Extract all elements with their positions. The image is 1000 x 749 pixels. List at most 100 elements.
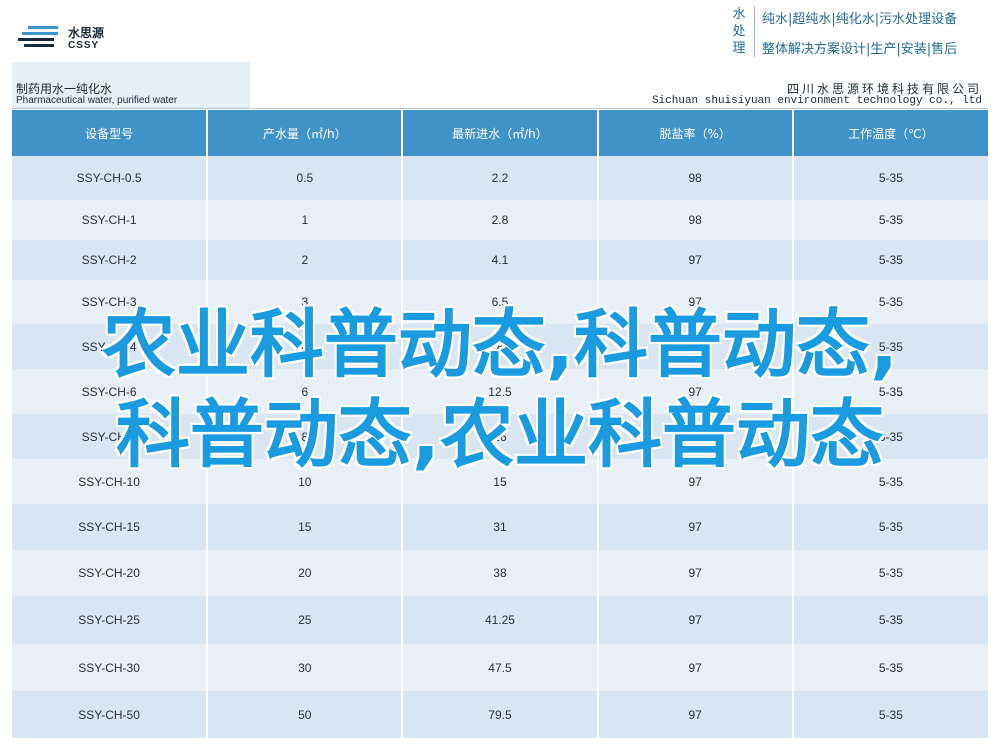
- table-row: SSY-CH-2 2 4.1 97 5-35: [12, 240, 988, 280]
- spec-table: 设备型号 产水量（㎡/h） 最新进水（㎡/h） 脱盐率（%） 工作温度（℃） S…: [12, 110, 988, 738]
- table-cell: 31: [402, 504, 599, 550]
- product-title-en: Pharmaceutical water, purified water: [16, 95, 178, 106]
- table-cell: 47.5: [402, 644, 599, 691]
- table-header-row: 设备型号 产水量（㎡/h） 最新进水（㎡/h） 脱盐率（%） 工作温度（℃）: [12, 110, 988, 156]
- table-cell: SSY-CH-50: [12, 691, 209, 738]
- col-header-output: 产水量（㎡/h）: [207, 110, 404, 156]
- table-row: SSY-CH-1 1 2.8 98 5-35: [12, 200, 988, 240]
- brand-latin: CSSY: [68, 40, 100, 51]
- table-cell: SSY-CH-10: [12, 459, 209, 504]
- table-cell: 5-35: [792, 324, 988, 369]
- table-cell: 3: [207, 280, 404, 324]
- table-cell: 5-35: [792, 504, 988, 550]
- table-cell: 98: [597, 156, 794, 200]
- table-cell: SSY-CH-6: [12, 369, 209, 414]
- slogan-vertical-char: 水: [732, 7, 746, 22]
- slogan-line-2: 整体解决方案设计|生产|安装|售后: [762, 42, 958, 57]
- table-cell: 97: [597, 459, 794, 504]
- table-cell: 97: [597, 644, 794, 691]
- table-cell: 2.8: [402, 200, 599, 240]
- company-title-box: 四川水思源环境科技有限公司 Sichuan shuisiyuan environ…: [252, 62, 988, 109]
- table-cell: 5-35: [792, 596, 988, 644]
- table-cell: 97: [597, 280, 794, 324]
- table-cell: 1: [207, 200, 404, 240]
- table-cell: 5-35: [792, 691, 988, 738]
- table-cell: 5-35: [792, 200, 988, 240]
- table-cell: 4: [207, 324, 404, 369]
- table-row: SSY-CH-15 15 31 97 5-35: [12, 504, 988, 550]
- table-cell: SSY-CH-0.5: [12, 156, 209, 200]
- table-cell: 5-35: [792, 414, 988, 459]
- table-row: SSY-CH-30 30 47.5 97 5-35: [12, 644, 988, 691]
- table-cell: 97: [597, 504, 794, 550]
- table-cell: 97: [597, 240, 794, 280]
- table-cell: SSY-CH-25: [12, 596, 209, 644]
- table-cell: 38: [402, 550, 599, 596]
- table-cell: 97: [597, 414, 794, 459]
- table-cell: 97: [597, 369, 794, 414]
- table-cell: SSY-CH-4: [12, 324, 209, 369]
- table-cell: 0.5: [207, 156, 404, 200]
- table-cell: SSY-CH-1: [12, 200, 209, 240]
- col-header-inflow: 最新进水（㎡/h）: [402, 110, 599, 156]
- table-cell: SSY-CH-20: [12, 550, 209, 596]
- table-cell: SSY-CH-3: [12, 280, 209, 324]
- table-cell: 50: [207, 691, 404, 738]
- table-cell: 97: [597, 324, 794, 369]
- table-cell: 5-35: [792, 240, 988, 280]
- table-cell: SSY-CH-30: [12, 644, 209, 691]
- table-cell: 79.5: [402, 691, 599, 738]
- table-cell: 15: [207, 504, 404, 550]
- table-row: SSY-CH-0.5 0.5 2.2 98 5-35: [12, 156, 988, 200]
- table-cell: 8: [402, 324, 599, 369]
- table-cell: 41.25: [402, 596, 599, 644]
- table-cell: 12.5: [402, 369, 599, 414]
- table-cell: 25: [207, 596, 404, 644]
- table-cell: 98: [597, 200, 794, 240]
- table-row: SSY-CH-4 4 8 97 5-35: [12, 324, 988, 369]
- col-header-desalination: 脱盐率（%）: [597, 110, 794, 156]
- table-cell: 6: [207, 369, 404, 414]
- table-row: SSY-CH-8 8 16 97 5-35: [12, 414, 988, 459]
- table-cell: 5-35: [792, 644, 988, 691]
- table-cell: 2: [207, 240, 404, 280]
- slogan-vertical: 水 处 理: [730, 6, 755, 57]
- table-cell: 15: [402, 459, 599, 504]
- table-cell: 5-35: [792, 459, 988, 504]
- logo-mark-icon: [18, 26, 58, 47]
- table-cell: 8: [207, 414, 404, 459]
- table-cell: 2.2: [402, 156, 599, 200]
- table-row: SSY-CH-25 25 41.25 97 5-35: [12, 596, 988, 644]
- title-band: 制药用水一纯化水 Pharmaceutical water, purified …: [12, 62, 988, 110]
- table-body: SSY-CH-0.5 0.5 2.2 98 5-35 SSY-CH-1 1 2.8 98 5-35…: [12, 156, 988, 738]
- company-logo: 水思源 CSSY: [18, 18, 128, 58]
- slogan-vertical-char: 处: [732, 24, 746, 39]
- slogan-line-1: 纯水|超纯水|纯化水|污水处理设备: [762, 12, 958, 27]
- table-cell: 5-35: [792, 156, 988, 200]
- table-cell: SSY-CH-15: [12, 504, 209, 550]
- company-name-en: Sichuan shuisiyuan environment technolog…: [651, 95, 982, 107]
- table-cell: 6.5: [402, 280, 599, 324]
- table-row: SSY-CH-10 10 15 97 5-35: [12, 459, 988, 504]
- table-cell: 97: [597, 550, 794, 596]
- table-cell: 4.1: [402, 240, 599, 280]
- table-row: SSY-CH-3 3 6.5 97 5-35: [12, 280, 988, 324]
- table-row: SSY-CH-6 6 12.5 97 5-35: [12, 369, 988, 414]
- table-cell: 97: [597, 596, 794, 644]
- product-title-box: 制药用水一纯化水 Pharmaceutical water, purified …: [12, 62, 250, 109]
- table-cell: SSY-CH-2: [12, 240, 209, 280]
- table-row: SSY-CH-20 20 38 97 5-35: [12, 550, 988, 596]
- table-cell: 20: [207, 550, 404, 596]
- table-cell: 30: [207, 644, 404, 691]
- table-cell: 5-35: [792, 550, 988, 596]
- table-cell: 10: [207, 459, 404, 504]
- col-header-temperature: 工作温度（℃）: [792, 110, 988, 156]
- brand-name: 水思源: [68, 26, 105, 40]
- table-cell: SSY-CH-8: [12, 414, 209, 459]
- slogan-block: 水 处 理 纯水|超纯水|纯化水|污水处理设备 整体解决方案设计|生产|安装|售…: [730, 6, 990, 62]
- table-cell: 97: [597, 691, 794, 738]
- col-header-model: 设备型号: [12, 110, 209, 156]
- slogan-vertical-char: 理: [732, 41, 746, 56]
- table-cell: 5-35: [792, 280, 988, 324]
- table-row: SSY-CH-50 50 79.5 97 5-35: [12, 691, 988, 738]
